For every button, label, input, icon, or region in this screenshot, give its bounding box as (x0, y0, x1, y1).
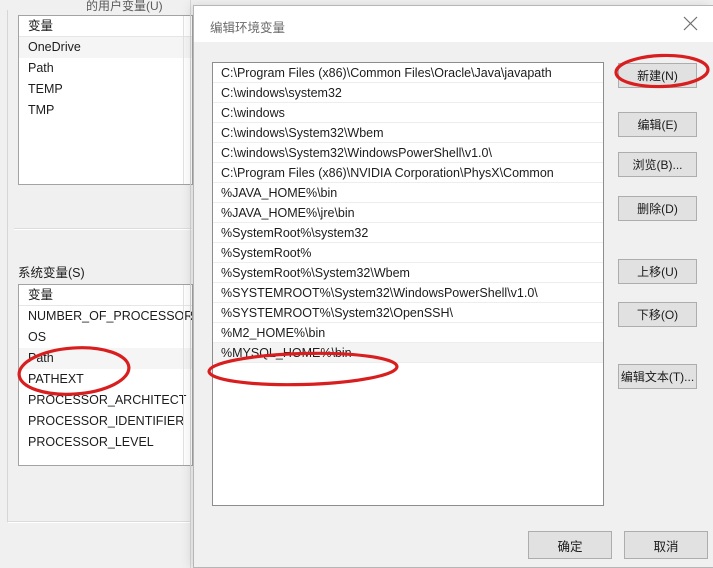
list-item[interactable]: PROCESSOR_LEVEL (19, 432, 192, 453)
path-list-item[interactable]: %M2_HOME%\bin (213, 323, 603, 343)
edit-button[interactable]: 编辑(E) (618, 112, 697, 137)
browse-button[interactable]: 浏览(B)... (618, 152, 697, 177)
path-list-item[interactable]: C:\windows (213, 103, 603, 123)
system-variables-label: 系统变量(S) (18, 266, 85, 280)
path-list-item[interactable]: C:\windows\System32\Wbem (213, 123, 603, 143)
cancel-button[interactable]: 取消 (624, 531, 708, 559)
window-right-edge (190, 0, 191, 568)
list-item[interactable]: Path (19, 58, 192, 79)
ok-button[interactable]: 确定 (528, 531, 612, 559)
path-list-item[interactable]: C:\Program Files (x86)\Common Files\Orac… (213, 63, 603, 83)
path-list-item[interactable]: %JAVA_HOME%\bin (213, 183, 603, 203)
path-list-item[interactable]: %SystemRoot% (213, 243, 603, 263)
user-variables-column-header: 变量 (19, 16, 192, 37)
path-list-item[interactable]: %SystemRoot%\system32 (213, 223, 603, 243)
path-list-item[interactable]: %JAVA_HOME%\jre\bin (213, 203, 603, 223)
delete-button[interactable]: 删除(D) (618, 196, 697, 221)
edit-text-button[interactable]: 编辑文本(T)... (618, 364, 697, 389)
list-item[interactable]: TMP (19, 100, 192, 121)
path-list-item-mysql-home[interactable]: %MYSQL_HOME%\bin (213, 343, 603, 363)
list-item[interactable]: OneDrive (19, 37, 192, 58)
path-list-item[interactable]: C:\Program Files (x86)\NVIDIA Corporatio… (213, 163, 603, 183)
user-variables-label: 的用户变量(U) (86, 0, 163, 13)
close-icon[interactable] (667, 6, 713, 40)
edit-environment-variable-dialog: 编辑环境变量 C:\Program Files (x86)\Common Fil… (193, 5, 713, 568)
list-item[interactable]: PROCESSOR_IDENTIFIER (19, 411, 192, 432)
section-divider-highlight (14, 229, 192, 230)
path-list-item[interactable]: C:\windows\system32 (213, 83, 603, 103)
dialog-title: 编辑环境变量 (210, 21, 286, 35)
dialog-title-bar: 编辑环境变量 (194, 6, 713, 42)
path-list-item[interactable]: %SystemRoot%\System32\Wbem (213, 263, 603, 283)
path-list-item[interactable]: %SYSTEMROOT%\System32\WindowsPowerShell\… (213, 283, 603, 303)
list-item[interactable]: TEMP (19, 79, 192, 100)
path-entries-listbox[interactable]: C:\Program Files (x86)\Common Files\Orac… (212, 62, 604, 506)
system-variables-listbox[interactable]: 变量 NUMBER_OF_PROCESSORS OS Path PATHEXT … (18, 284, 193, 466)
bottom-divider-highlight (8, 522, 190, 523)
move-up-button[interactable]: 上移(U) (618, 259, 697, 284)
path-list-item[interactable]: C:\windows\System32\WindowsPowerShell\v1… (213, 143, 603, 163)
path-list-item[interactable]: %SYSTEMROOT%\System32\OpenSSH\ (213, 303, 603, 323)
list-item[interactable]: PATHEXT (19, 369, 192, 390)
window-left-edge (7, 10, 8, 522)
list-item[interactable]: PROCESSOR_ARCHITECT (19, 390, 192, 411)
list-item-path[interactable]: Path (19, 348, 192, 369)
system-variables-column-header: 变量 (19, 285, 192, 306)
column-divider (183, 285, 184, 465)
column-divider (183, 16, 184, 184)
new-button[interactable]: 新建(N) (618, 63, 697, 88)
list-item[interactable]: OS (19, 327, 192, 348)
move-down-button[interactable]: 下移(O) (618, 302, 697, 327)
user-variables-listbox[interactable]: 变量 OneDrive Path TEMP TMP (18, 15, 193, 185)
list-item[interactable]: NUMBER_OF_PROCESSORS (19, 306, 192, 327)
